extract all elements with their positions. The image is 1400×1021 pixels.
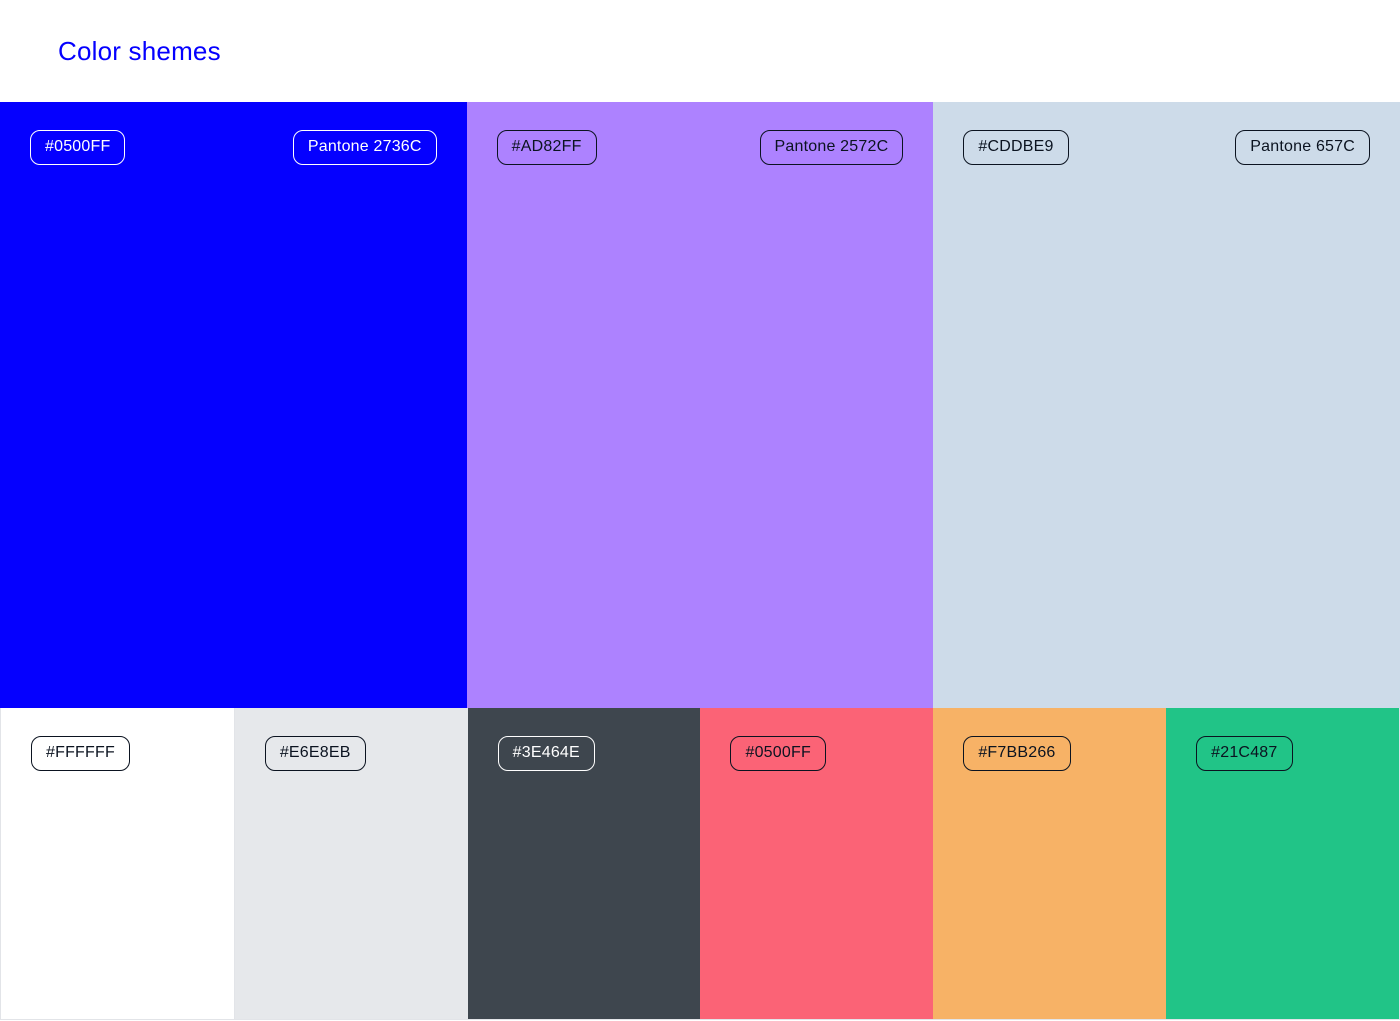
secondary-swatch-2: #E6E8EB: [235, 708, 468, 1019]
primary-swatch-1: #0500FF Pantone 2736C: [0, 102, 467, 708]
secondary-swatch-1: #FFFFFF: [1, 708, 235, 1019]
secondary-swatch-5: #F7BB266: [933, 708, 1166, 1019]
hex-badge: #0500FF: [30, 130, 125, 165]
pantone-badge: Pantone 657C: [1235, 130, 1370, 165]
primary-swatch-2: #AD82FF Pantone 2572C: [467, 102, 934, 708]
hex-badge: #FFFFFF: [31, 736, 130, 771]
hex-badge: #0500FF: [730, 736, 825, 771]
hex-badge: #AD82FF: [497, 130, 597, 165]
hex-badge: #21C487: [1196, 736, 1292, 771]
primary-swatch-3: #CDDBE9 Pantone 657C: [933, 102, 1400, 708]
secondary-swatch-4: #0500FF: [700, 708, 933, 1019]
secondary-color-row: #FFFFFF #E6E8EB #3E464E #0500FF #F7BB266…: [0, 708, 1400, 1020]
pantone-badge: Pantone 2572C: [760, 130, 904, 165]
secondary-swatch-6: #21C487: [1166, 708, 1399, 1019]
hex-badge: #F7BB266: [963, 736, 1070, 771]
secondary-swatch-3: #3E464E: [468, 708, 701, 1019]
hex-badge: #CDDBE9: [963, 130, 1068, 165]
color-scheme-page: Color shemes #0500FF Pantone 2736C #AD82…: [0, 0, 1400, 1021]
hex-badge: #E6E8EB: [265, 736, 366, 771]
pantone-badge: Pantone 2736C: [293, 130, 437, 165]
hex-badge: #3E464E: [498, 736, 595, 771]
primary-color-row: #0500FF Pantone 2736C #AD82FF Pantone 25…: [0, 102, 1400, 708]
page-title: Color shemes: [58, 36, 221, 67]
page-header: Color shemes: [0, 0, 1400, 102]
